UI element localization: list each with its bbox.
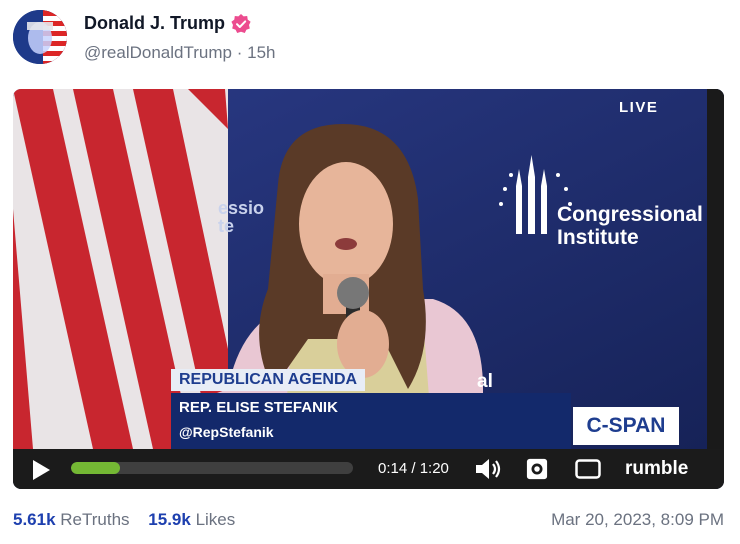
handle-row: @realDonaldTrump · 15h bbox=[84, 43, 275, 63]
network-logo: C-SPAN bbox=[573, 407, 679, 445]
rumble-logo[interactable]: rumble bbox=[625, 458, 688, 480]
post-timestamp[interactable]: Mar 20, 2023, 8:09 PM bbox=[551, 510, 724, 530]
avatar[interactable] bbox=[13, 10, 67, 64]
author-name[interactable]: Donald J. Trump bbox=[84, 13, 225, 34]
likes-label: Likes bbox=[195, 510, 236, 529]
retruths-link[interactable]: 5.61k ReTruths bbox=[13, 510, 134, 529]
retruths-count: 5.61k bbox=[13, 510, 56, 529]
chyron-handle: @RepStefanik bbox=[179, 424, 274, 440]
chyron-name-block: REP. ELISE STEFANIK @RepStefanik bbox=[171, 393, 571, 449]
screen-icon[interactable] bbox=[575, 459, 601, 479]
separator: · bbox=[236, 43, 243, 62]
likes-count: 15.9k bbox=[148, 510, 191, 529]
post-time-ago[interactable]: 15h bbox=[247, 43, 275, 62]
live-badge: LIVE bbox=[619, 99, 659, 116]
volume-icon[interactable] bbox=[475, 458, 503, 480]
backdrop-partial-text-left: essio te bbox=[218, 198, 265, 236]
verified-badge-icon bbox=[231, 13, 251, 33]
author-row: Donald J. Trump bbox=[84, 13, 251, 34]
likes-link[interactable]: 15.9k Likes bbox=[148, 510, 235, 529]
progress-bar[interactable] bbox=[71, 462, 353, 474]
avatar-image bbox=[13, 10, 67, 64]
time-display: 0:14 / 1:20 bbox=[378, 460, 449, 477]
chyron-name: REP. ELISE STEFANIK bbox=[179, 399, 338, 416]
backdrop-partial-text-right: al bbox=[477, 371, 493, 392]
chyron-title: REPUBLICAN AGENDA bbox=[171, 369, 366, 391]
play-icon[interactable] bbox=[31, 459, 51, 481]
author-handle[interactable]: @realDonaldTrump bbox=[84, 43, 232, 62]
progress-fill bbox=[71, 462, 121, 474]
video-controls: 0:14 / 1:20 rumble bbox=[13, 449, 724, 489]
post-stats: 5.61k ReTruths 15.9k Likes bbox=[13, 510, 235, 530]
retruths-label: ReTruths bbox=[60, 510, 130, 529]
gear-icon[interactable] bbox=[525, 458, 549, 480]
video-player[interactable]: LIVE Congressional Institute essio te al… bbox=[13, 89, 724, 489]
backdrop-logo-text: Congressional Institute bbox=[557, 203, 703, 249]
